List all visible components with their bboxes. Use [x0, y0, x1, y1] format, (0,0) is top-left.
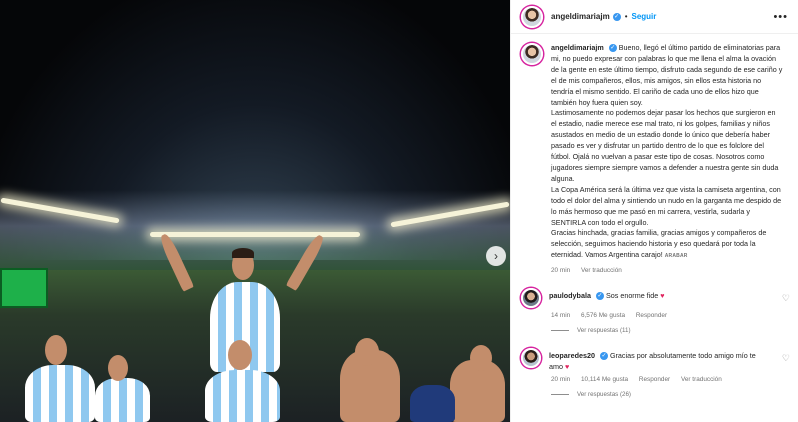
caption-text: angeldimariajm ✓ Bueno, llegó el último …: [551, 43, 783, 262]
player-head: [108, 355, 128, 381]
comment-body: paulodybala ✓ Sos enorme fide ♥: [549, 288, 759, 308]
author-avatar[interactable]: [521, 5, 543, 28]
caption-paragraph: Bueno, llegó el último partido de elimin…: [551, 43, 783, 107]
carousel-next-button[interactable]: ›: [486, 246, 506, 266]
caption-paragraph: Lastimosamente no podemos dejar pasar lo…: [551, 108, 779, 183]
caption-meta: 20 min Ver traducción: [551, 267, 798, 274]
red-heart-emoji: ♥: [564, 361, 570, 371]
comment-meta: 20 min 10,114 Me gusta Responder Ver tra…: [551, 376, 798, 383]
comment-likes[interactable]: 6,576 Me gusta: [581, 312, 625, 319]
commenter-avatar[interactable]: [521, 348, 541, 369]
stadium-screen: [0, 268, 48, 308]
caption-paragraph: Gracias hinchada, gracias familia, graci…: [551, 228, 767, 260]
post-photo[interactable]: ›: [0, 0, 510, 422]
view-replies-label[interactable]: Ver respuestas (11): [577, 327, 631, 334]
replies-divider: [551, 330, 569, 332]
player-head: [228, 340, 252, 370]
stadium-light-row: [150, 232, 360, 237]
see-translation-link[interactable]: Ver traducción: [581, 267, 622, 274]
commenter-avatar[interactable]: [521, 288, 541, 309]
caption-username[interactable]: angeldimariajm: [551, 43, 604, 52]
verified-badge-icon: ✓: [608, 44, 617, 53]
replies-divider: [551, 394, 569, 396]
heart-outline-icon[interactable]: ♡: [782, 353, 790, 364]
author-username[interactable]: angeldimariajm: [551, 12, 610, 21]
player-shirt: [25, 365, 95, 422]
comment-body: leoparedes20 ✓ Gracias por absolutamente…: [549, 348, 759, 372]
verified-badge-icon: ✓: [595, 292, 604, 301]
view-replies-button[interactable]: Ver respuestas (26): [551, 391, 798, 398]
reply-button[interactable]: Responder: [636, 312, 667, 319]
see-translation-link[interactable]: Ver traducción: [681, 376, 722, 383]
comment-likes[interactable]: 10,114 Me gusta: [581, 376, 628, 383]
comment-time: 20 min: [551, 376, 571, 384]
comment-meta: 14 min 6,576 Me gusta Responder: [551, 312, 798, 319]
comment-username[interactable]: paulodybala: [549, 291, 591, 300]
comment-username[interactable]: leoparedes20: [549, 351, 595, 360]
player-shirt: [95, 378, 150, 422]
verified-badge-icon: ✓: [612, 12, 621, 21]
player-hair: [232, 248, 254, 258]
player-shirt: [205, 370, 280, 422]
comment-item: paulodybala ✓ Sos enorme fide ♥ ♡: [511, 288, 798, 309]
player-shirt: [410, 385, 455, 422]
post-caption: angeldimariajm ✓ Bueno, llegó el último …: [511, 34, 798, 262]
player-head: [470, 345, 492, 371]
comment-item: leoparedes20 ✓ Gracias por absolutamente…: [511, 348, 798, 372]
verified-badge-icon: ✓: [599, 352, 608, 361]
header-separator: •: [624, 12, 628, 21]
red-heart-emoji: ♥: [660, 291, 665, 301]
caption-time: 20 min: [551, 267, 571, 275]
post-side-panel: angeldimariajm ✓ • Seguir ••• angeldimar…: [510, 0, 798, 422]
more-options-icon[interactable]: •••: [773, 11, 788, 23]
caption-paragraph: La Copa América será la última vez que v…: [551, 184, 782, 227]
heart-outline-icon[interactable]: ♡: [782, 293, 790, 304]
player-head: [355, 338, 379, 366]
caption-avatar[interactable]: [521, 43, 543, 65]
comment-time: 14 min: [551, 312, 571, 320]
player-head: [45, 335, 67, 365]
caption-flag: ARABAR: [664, 253, 688, 260]
view-replies-label[interactable]: Ver respuestas (26): [577, 391, 631, 398]
follow-button[interactable]: Seguir: [632, 12, 657, 21]
view-replies-button[interactable]: Ver respuestas (11): [551, 327, 798, 334]
reply-button[interactable]: Responder: [639, 376, 670, 383]
post-header: angeldimariajm ✓ • Seguir •••: [511, 0, 798, 34]
comment-text: Sos enorme fide: [605, 291, 659, 301]
